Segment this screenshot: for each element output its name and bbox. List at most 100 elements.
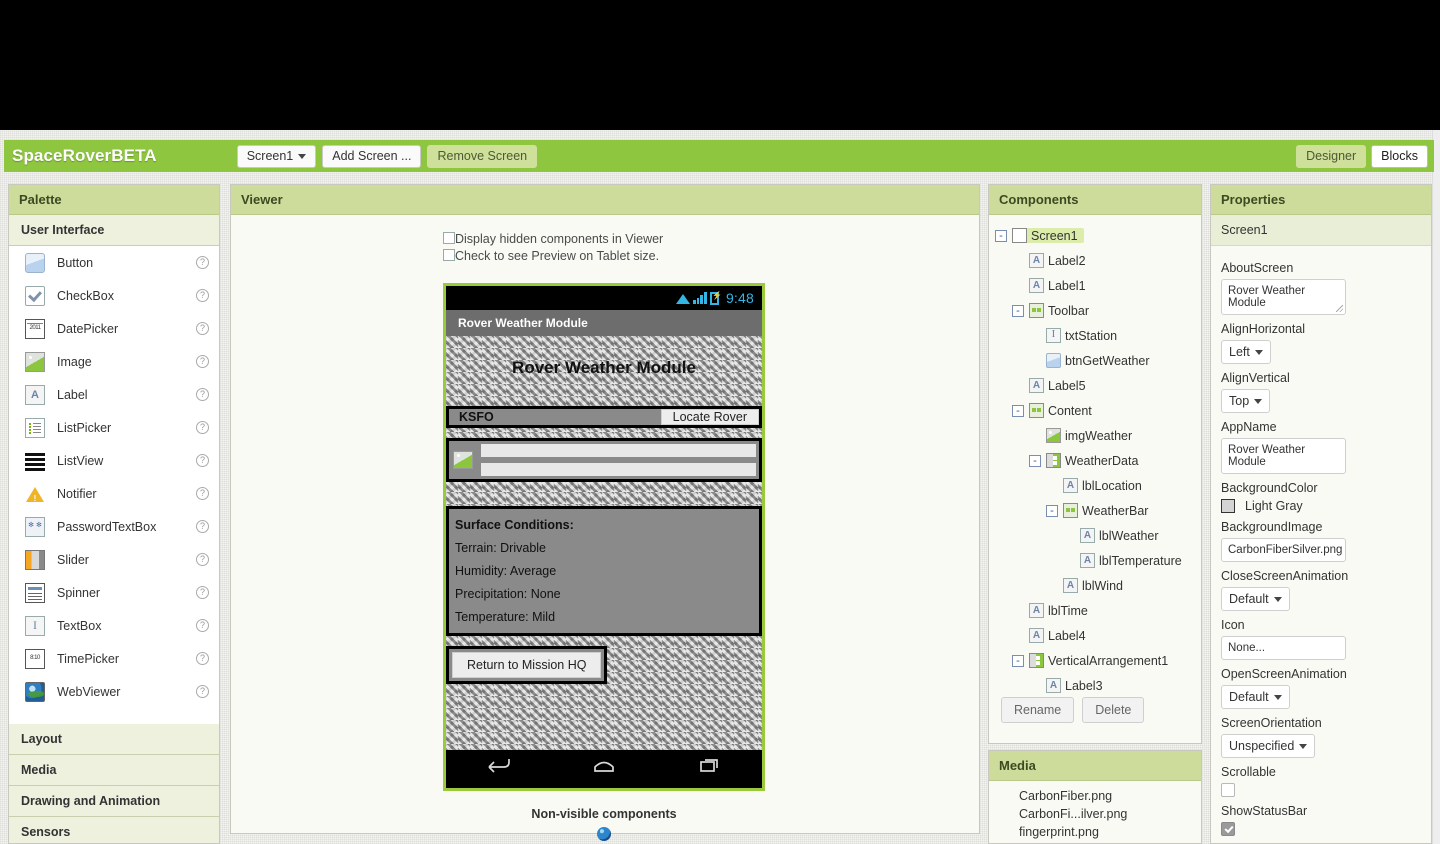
palette-item-slider[interactable]: Slider ? xyxy=(9,543,219,576)
screen-selector-dropdown[interactable]: Screen1 xyxy=(236,144,317,168)
help-icon[interactable]: ? xyxy=(196,487,209,500)
palette-item-spinner[interactable]: Spinner ? xyxy=(9,576,219,609)
tree-node-label1[interactable]: Label1 xyxy=(995,273,1195,298)
help-icon[interactable]: ? xyxy=(196,454,209,467)
blocks-tab[interactable]: Blocks xyxy=(1371,144,1428,168)
help-icon[interactable]: ? xyxy=(196,256,209,269)
component-label5-spacer[interactable] xyxy=(446,428,762,438)
palette-section-layout[interactable]: Layout xyxy=(9,724,219,755)
help-icon[interactable]: ? xyxy=(196,388,209,401)
screen1-canvas[interactable]: Rover Weather Module KSFO Locate Rover S… xyxy=(446,336,762,750)
recents-icon[interactable] xyxy=(696,756,722,779)
palette-item-listpicker[interactable]: ListPicker ? xyxy=(9,411,219,444)
component-return-to-mission-hq-button[interactable]: Return to Mission HQ xyxy=(452,652,602,678)
palette-item-listview[interactable]: ListView ? xyxy=(9,444,219,477)
checkbox-icon[interactable] xyxy=(443,232,455,244)
component-verticalarrangement1[interactable]: Return to Mission HQ xyxy=(446,646,608,684)
component-lblweather[interactable] xyxy=(481,463,756,476)
backgroundimage-input[interactable]: CarbonFiberSilver.png xyxy=(1221,538,1346,562)
help-icon[interactable]: ? xyxy=(196,685,209,698)
tree-node-content[interactable]: - Content xyxy=(995,398,1195,423)
designer-tab[interactable]: Designer xyxy=(1296,144,1367,168)
component-txtstation[interactable]: KSFO xyxy=(449,409,661,425)
tree-node-weatherbar[interactable]: - WeatherBar xyxy=(995,498,1195,523)
palette-item-timepicker[interactable]: TimePicker ? xyxy=(9,642,219,675)
help-icon[interactable]: ? xyxy=(196,652,209,665)
media-file-item[interactable]: CarbonFiber.png xyxy=(1019,789,1201,803)
component-imgweather[interactable] xyxy=(449,441,477,479)
tree-node-label2[interactable]: Label2 xyxy=(995,248,1195,273)
backgroundcolor-picker[interactable]: Light Gray xyxy=(1221,499,1421,513)
component-btngetweather[interactable]: Locate Rover xyxy=(660,409,759,425)
tree-node-verticalarrangement1[interactable]: - VerticalArrangement1 xyxy=(995,648,1195,673)
palette-item-checkbox[interactable]: CheckBox ? xyxy=(9,279,219,312)
tree-node-lbllocation[interactable]: lblLocation xyxy=(995,473,1195,498)
help-icon[interactable]: ? xyxy=(196,355,209,368)
collapse-toggle-icon[interactable]: - xyxy=(1012,304,1024,317)
alignhorizontal-select[interactable]: Left xyxy=(1221,340,1271,364)
palette-item-button[interactable]: Button ? xyxy=(9,246,219,279)
palette-item-passwordtextbox[interactable]: PasswordTextBox ? xyxy=(9,510,219,543)
home-icon[interactable] xyxy=(591,756,617,779)
tree-node-label5[interactable]: Label5 xyxy=(995,373,1195,398)
scrollable-checkbox[interactable] xyxy=(1221,783,1235,797)
page-scrollbar-gutter[interactable] xyxy=(1432,130,1440,844)
palette-section-sensors[interactable]: Sensors xyxy=(9,817,219,843)
tree-node-txtstation[interactable]: txtStation xyxy=(995,323,1195,348)
tree-node-label3[interactable]: Label3 xyxy=(995,673,1195,697)
help-icon[interactable]: ? xyxy=(196,421,209,434)
aboutscreen-textarea[interactable]: Rover Weather Module xyxy=(1221,279,1346,315)
add-screen-button[interactable]: Add Screen ... xyxy=(322,144,422,168)
palette-item-webviewer[interactable]: WebViewer ? xyxy=(9,675,219,708)
tree-node-btngetweather[interactable]: btnGetWeather xyxy=(995,348,1195,373)
help-icon[interactable]: ? xyxy=(196,289,209,302)
palette-item-label[interactable]: Label ? xyxy=(9,378,219,411)
component-weatherdata[interactable] xyxy=(477,441,759,479)
delete-button[interactable]: Delete xyxy=(1082,697,1145,723)
component-lbllocation[interactable] xyxy=(481,444,756,457)
media-file-item[interactable]: CarbonFi...ilver.png xyxy=(1019,807,1201,821)
tree-node-lblweather[interactable]: lblWeather xyxy=(995,523,1195,548)
component-weatherbar[interactable] xyxy=(481,463,756,476)
tree-node-lbltemperature[interactable]: lblTemperature xyxy=(995,548,1195,573)
media-file-item[interactable]: fingerprint.png xyxy=(1019,825,1201,839)
collapse-toggle-icon[interactable]: - xyxy=(1029,454,1041,467)
remove-screen-button[interactable]: Remove Screen xyxy=(427,144,538,168)
palette-item-datepicker[interactable]: DatePicker ? xyxy=(9,312,219,345)
openscreenanimation-select[interactable]: Default xyxy=(1221,685,1290,709)
tree-node-weatherdata[interactable]: - WeatherData xyxy=(995,448,1195,473)
tree-node-lbltime[interactable]: lblTime xyxy=(995,598,1195,623)
collapse-toggle-icon[interactable]: - xyxy=(1012,404,1024,417)
webviewer-globe-icon[interactable] xyxy=(597,827,611,841)
tree-node-toolbar[interactable]: - Toolbar xyxy=(995,298,1195,323)
component-content-arrangement[interactable] xyxy=(446,438,762,482)
help-icon[interactable]: ? xyxy=(196,586,209,599)
collapse-toggle-icon[interactable]: - xyxy=(1012,654,1024,667)
alignvertical-select[interactable]: Top xyxy=(1221,389,1271,413)
appname-input[interactable]: Rover Weather Module xyxy=(1221,438,1346,474)
component-toolbar[interactable]: KSFO Locate Rover xyxy=(446,406,762,428)
palette-item-notifier[interactable]: Notifier ? xyxy=(9,477,219,510)
screenorientation-select[interactable]: Unspecified xyxy=(1221,734,1316,758)
checkbox-icon[interactable] xyxy=(443,249,455,261)
help-icon[interactable]: ? xyxy=(196,520,209,533)
tablet-preview-checkbox[interactable]: Check to see Preview on Tablet size. xyxy=(443,248,663,264)
collapse-toggle-icon[interactable]: - xyxy=(995,229,1007,242)
rename-button[interactable]: Rename xyxy=(1001,697,1075,723)
help-icon[interactable]: ? xyxy=(196,619,209,632)
back-icon[interactable] xyxy=(486,756,512,779)
closescreenanimation-select[interactable]: Default xyxy=(1221,587,1290,611)
tree-node-screen1[interactable]: - Screen1 xyxy=(995,223,1195,248)
palette-section-media[interactable]: Media xyxy=(9,755,219,786)
component-label2-spacer[interactable] xyxy=(446,378,762,406)
component-lbltime-spacer[interactable] xyxy=(446,482,762,506)
tree-node-lblwind[interactable]: lblWind xyxy=(995,573,1195,598)
help-icon[interactable]: ? xyxy=(196,553,209,566)
component-label4-surface-conditions[interactable]: Surface Conditions: Terrain: Drivable Hu… xyxy=(446,506,762,636)
showstatusbar-checkbox[interactable] xyxy=(1221,822,1235,836)
component-label1-heading[interactable]: Rover Weather Module xyxy=(446,336,762,378)
help-icon[interactable]: ? xyxy=(196,322,209,335)
collapse-toggle-icon[interactable]: - xyxy=(1046,504,1058,517)
palette-item-textbox[interactable]: TextBox ? xyxy=(9,609,219,642)
display-hidden-components-checkbox[interactable]: Display hidden components in Viewer xyxy=(443,231,663,247)
